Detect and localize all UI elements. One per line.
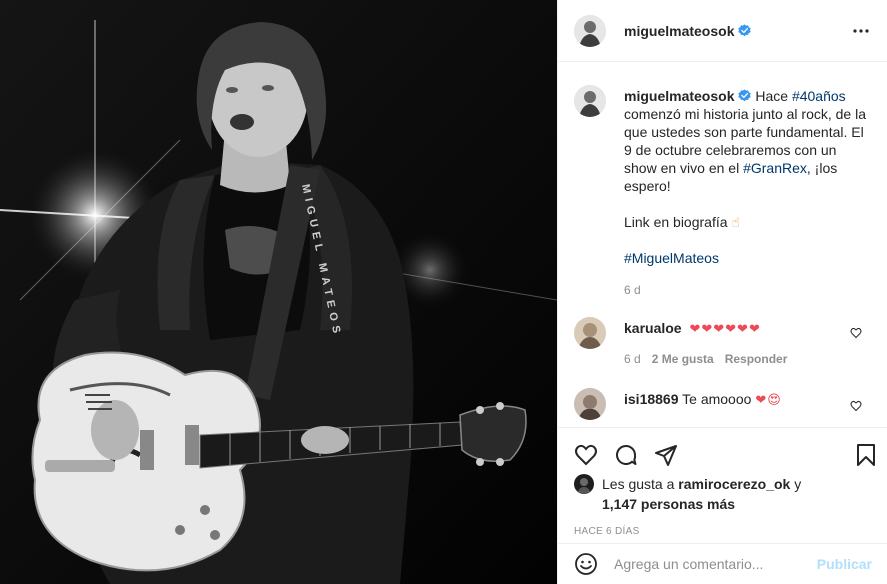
post-panel: miguelmateosok miguelmateosok Hace #40añ… [557, 0, 887, 584]
avatar-image [574, 14, 606, 47]
comment-username[interactable]: isi18869 [624, 391, 679, 407]
hashtag-miguelmateos[interactable]: #MiguelMateos [624, 250, 719, 266]
photo-guitarist: MIGUEL MATEOS [0, 0, 557, 584]
bookmark-icon[interactable] [854, 443, 878, 467]
emoji-icon[interactable] [574, 552, 598, 576]
comment-heart-icon[interactable] [850, 327, 862, 339]
comments-section[interactable]: miguelmateosok Hace #40años comenzó mi h… [558, 63, 887, 427]
more-options-icon[interactable] [849, 19, 873, 43]
likes-text: Les gusta a ramirocerezo_ok y 1,147 pers… [602, 474, 801, 514]
comment-username[interactable]: karualoe [624, 320, 682, 336]
instagram-post: MIGUEL MATEOS miguelmateosok miguelmateo… [0, 0, 887, 584]
caption-author-avatar[interactable] [574, 85, 606, 117]
comment-heart-icon[interactable] [850, 400, 862, 412]
caption-username[interactable]: miguelmateosok [624, 88, 734, 104]
liker-avatar[interactable] [574, 474, 594, 494]
comment-item: karualoe ❤❤❤❤❤❤ 6 d 2 Me gusta Responder [558, 317, 887, 368]
hashtag-granrex[interactable]: #GranRex [743, 160, 807, 176]
likes-joiner: y [790, 476, 802, 492]
heart-icon[interactable] [574, 443, 598, 467]
comment-body: karualoe ❤❤❤❤❤❤ 6 d 2 Me gusta Responder [624, 317, 844, 368]
comment-age: 6 d [624, 352, 641, 366]
pointing-up-emoji: ☝ [731, 214, 740, 230]
add-comment-bar: Publicar [558, 543, 887, 584]
post-actions: Les gusta a ramirocerezo_ok y 1,147 pers… [558, 427, 887, 537]
commenter-avatar[interactable] [574, 317, 606, 349]
likes-summary: Les gusta a ramirocerezo_ok y 1,147 pers… [558, 474, 887, 514]
likes-others[interactable]: 1,147 personas más [602, 496, 735, 512]
share-icon[interactable] [654, 443, 678, 467]
hashtag-40anos[interactable]: #40años [792, 88, 846, 104]
post-caption: miguelmateosok Hace #40años comenzó mi h… [558, 63, 887, 299]
author-avatar[interactable] [574, 14, 606, 47]
post-timestamp[interactable]: HACE 6 DÍAS [558, 514, 887, 537]
commenter-avatar[interactable] [574, 388, 606, 420]
comment-body: isi18869 Te amoooo ❤😍 [624, 388, 844, 420]
post-photo[interactable]: MIGUEL MATEOS [0, 0, 557, 584]
post-header: miguelmateosok [558, 0, 887, 62]
likes-prefix: Les gusta a [602, 476, 679, 492]
author-username[interactable]: miguelmateosok [624, 23, 734, 39]
caption-age: 6 d [624, 283, 641, 297]
caption-link-text: Link en biografía [624, 214, 728, 230]
verified-badge-icon [738, 24, 752, 37]
comment-emoji: ❤😍 [755, 392, 782, 407]
caption-body: miguelmateosok Hace #40años comenzó mi h… [624, 87, 872, 299]
comment-text: Te amoooo [682, 391, 752, 407]
action-icons [558, 428, 887, 474]
liker-username[interactable]: ramirocerezo_ok [678, 476, 790, 492]
caption-text-before: Hace [755, 88, 792, 104]
reply-button[interactable]: Responder [725, 350, 788, 368]
comment-item: isi18869 Te amoooo ❤😍 [558, 388, 887, 420]
comment-text: ❤❤❤❤❤❤ [689, 321, 761, 336]
comment-icon[interactable] [614, 443, 638, 467]
comment-likes[interactable]: 2 Me gusta [652, 350, 714, 368]
comment-input[interactable] [614, 556, 804, 572]
verified-badge-icon [738, 89, 752, 102]
publish-button[interactable]: Publicar [817, 556, 872, 572]
